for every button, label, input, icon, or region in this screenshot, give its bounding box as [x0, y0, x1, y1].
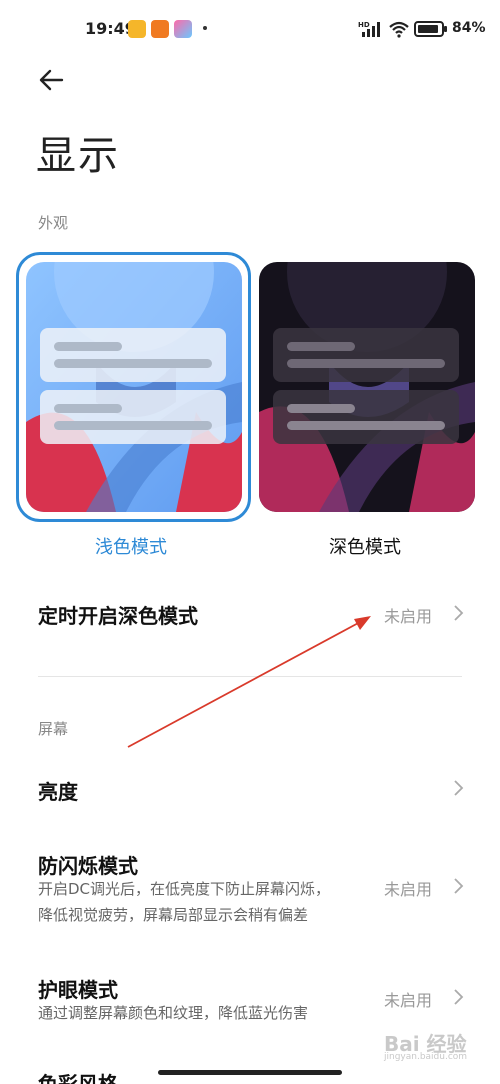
light-mode-preview [26, 262, 242, 512]
hd-label: HD [358, 21, 370, 29]
wifi-icon [389, 21, 409, 38]
eye-care-value: 未启用 [384, 991, 433, 1010]
screen-section-label: 屏幕 [38, 720, 69, 738]
dark-schedule-label: 定时开启深色模式 [38, 604, 198, 628]
appearance-section-label: 外观 [38, 214, 69, 232]
eye-care-desc: 通过调整屏幕颜色和纹理，降低蓝光伤害 [38, 1004, 309, 1022]
back-arrow-icon[interactable] [36, 64, 68, 96]
home-indicator[interactable] [158, 1070, 342, 1075]
chevron-right-icon [454, 605, 464, 621]
section-divider [38, 676, 462, 677]
dark-mode-label[interactable]: 深色模式 [329, 533, 401, 559]
gallery-app-icon [174, 20, 192, 38]
battery-icon [414, 21, 447, 37]
mi-app-icon [151, 20, 169, 38]
page-title: 显示 [36, 133, 120, 179]
brightness-label: 亮度 [38, 780, 78, 804]
baidu-watermark-url: jingyan.baidu.com [384, 1052, 468, 1062]
light-mode-card[interactable] [26, 262, 242, 512]
signal-icon: HD [358, 21, 380, 37]
dark-schedule-value: 未启用 [384, 607, 433, 626]
dark-mode-card[interactable] [259, 262, 475, 512]
anti-flicker-label: 防闪烁模式 [38, 854, 138, 878]
notification-app-icon [128, 20, 146, 38]
chevron-right-icon [454, 780, 464, 796]
status-bar: 19:49 HD 84% [0, 14, 500, 44]
color-style-label: 色彩风格 [38, 1072, 118, 1084]
anti-flicker-desc-line1: 开启DC调光后，在低亮度下防止屏幕闪烁， [38, 880, 331, 898]
eye-care-label: 护眼模式 [38, 978, 118, 1002]
light-mode-label[interactable]: 浅色模式 [95, 533, 167, 559]
chevron-right-icon [454, 989, 464, 1005]
anti-flicker-value: 未启用 [384, 880, 433, 899]
chevron-right-icon [454, 878, 464, 894]
more-notifications-icon [203, 26, 207, 30]
battery-percent: 84% [452, 20, 486, 36]
dark-mode-preview [259, 262, 475, 512]
anti-flicker-desc-line2: 降低视觉疲劳，屏幕局部显示会稍有偏差 [38, 906, 309, 924]
